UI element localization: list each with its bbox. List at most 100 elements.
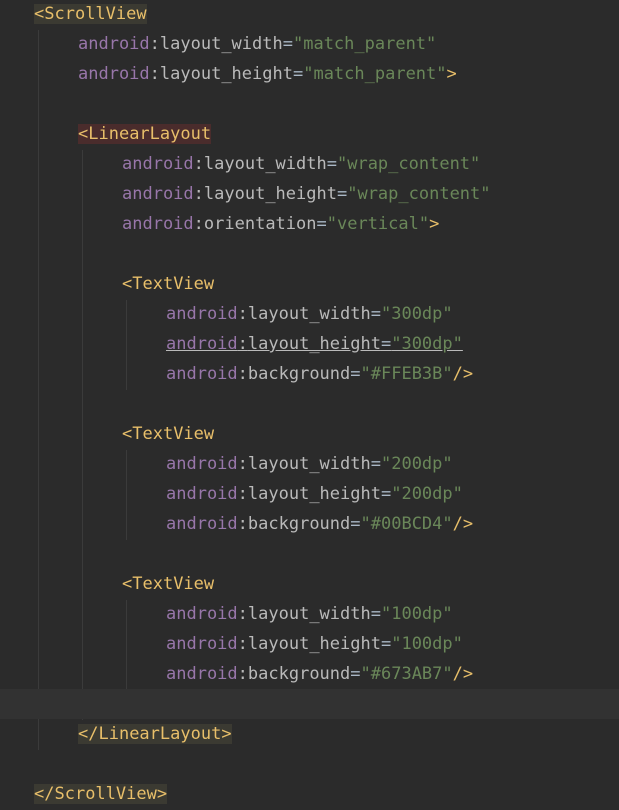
code-line[interactable]: android:background="#673AB7"/>	[0, 659, 619, 689]
code-line[interactable]: android:background="#FFEB3B"/>	[0, 359, 619, 389]
code-line-blank[interactable]	[0, 389, 619, 419]
attr-namespace: android	[166, 604, 238, 624]
code-line-content: <LinearLayout	[78, 119, 212, 149]
attr-value: "200dp"	[391, 484, 463, 504]
attr-value: "match_parent"	[292, 34, 437, 54]
attr-namespace: android	[166, 484, 238, 504]
code-line-content: <ScrollView	[34, 0, 147, 29]
attr-value: "#00BCD4"	[360, 514, 453, 534]
code-line[interactable]: android:orientation="vertical">	[0, 209, 619, 239]
xml-tag: </LinearLayout>	[78, 724, 232, 744]
tag-name: TextView	[132, 424, 215, 444]
code-line-content: android:layout_height="match_parent">	[78, 64, 457, 84]
xml-tag: <LinearLayout	[78, 124, 212, 144]
attr-value: "300dp"	[391, 334, 463, 354]
xml-tag: <TextView	[122, 274, 215, 294]
code-line[interactable]: <TextView	[0, 569, 619, 599]
code-line-blank[interactable]	[0, 89, 619, 119]
attr-name: layout_width	[159, 34, 283, 54]
code-line-content: android:background="#673AB7"/>	[166, 664, 474, 684]
attr-value: "#673AB7"	[360, 664, 453, 684]
attr-namespace: android	[166, 514, 238, 534]
code-line[interactable]: android:background="#00BCD4"/>	[0, 509, 619, 539]
code-line-content: android:layout_width="300dp"	[166, 304, 453, 324]
code-line-content: android:layout_width="wrap_content"	[122, 154, 481, 174]
code-line-content: </LinearLayout>	[78, 719, 232, 749]
code-line-blank[interactable]	[0, 539, 619, 569]
attr-namespace: android	[122, 154, 194, 174]
code-line-content: android:layout_width="100dp"	[166, 604, 453, 624]
code-line[interactable]: android:layout_height="100dp"	[0, 629, 619, 659]
attr-namespace: android	[166, 334, 238, 354]
code-editor[interactable]: <ScrollView android:layout_width="match_p…	[0, 0, 619, 810]
code-line[interactable]: <TextView	[0, 419, 619, 449]
attr-value: "wrap_content"	[347, 184, 491, 204]
tag-name: TextView	[132, 574, 215, 594]
tag-end: >	[446, 64, 457, 84]
code-line-content: android:orientation="vertical">	[122, 214, 440, 234]
attr-name: layout_width	[247, 304, 371, 324]
tag-name: ScrollView	[54, 784, 157, 804]
tag-end: />	[452, 514, 474, 534]
attr-name: layout_height	[247, 334, 381, 354]
attr-namespace: android	[122, 214, 194, 234]
code-line[interactable]: android:layout_width="300dp"	[0, 299, 619, 329]
xml-tag: <TextView	[122, 424, 215, 444]
attr-value: "300dp"	[380, 304, 453, 324]
code-line[interactable]: android:layout_width="match_parent"	[0, 29, 619, 59]
attr-name: layout_height	[203, 184, 337, 204]
attr-name: background	[247, 514, 351, 534]
attr-name: layout_height	[247, 634, 381, 654]
attr-name: layout_width	[203, 154, 327, 174]
attr-name: layout_width	[247, 604, 371, 624]
tag-end: />	[452, 664, 474, 684]
attr-name: layout_width	[247, 454, 371, 474]
attr-namespace: android	[166, 364, 238, 384]
code-line[interactable]: android:layout_height="200dp"	[0, 479, 619, 509]
code-line[interactable]: android:layout_width="100dp"	[0, 599, 619, 629]
code-line[interactable]: <ScrollView	[0, 0, 619, 29]
attr-namespace: android	[122, 184, 194, 204]
code-line-content: <TextView	[122, 419, 214, 449]
attr-value: "100dp"	[391, 634, 463, 654]
attr-namespace: android	[166, 454, 238, 474]
attr-namespace: android	[166, 304, 238, 324]
code-line[interactable]: android:layout_width="wrap_content"	[0, 149, 619, 179]
attr-namespace: android	[78, 34, 150, 54]
code-line[interactable]: android:layout_height="wrap_content"	[0, 179, 619, 209]
code-line[interactable]: <LinearLayout	[0, 119, 619, 149]
tag-end: />	[452, 364, 474, 384]
code-line-content: <TextView	[122, 569, 214, 599]
code-line-content: <TextView	[122, 269, 214, 299]
code-line-content: android:background="#FFEB3B"/>	[166, 364, 474, 384]
attr-value: "match_parent"	[303, 64, 447, 84]
code-line-content: android:layout_width="match_parent"	[78, 34, 437, 54]
tag-name: TextView	[132, 274, 215, 294]
code-line-content: </ScrollView>	[34, 779, 168, 809]
code-line-content: android:layout_height="200dp"	[166, 484, 463, 504]
code-line[interactable]: android:layout_height="300dp"	[0, 329, 619, 359]
attr-namespace: android	[166, 634, 238, 654]
code-line-blank[interactable]	[0, 239, 619, 269]
tag-name: LinearLayout	[88, 124, 212, 144]
code-line-content: android:layout_height="300dp"	[166, 334, 463, 354]
code-line-blank[interactable]	[0, 749, 619, 779]
code-line[interactable]: <TextView	[0, 269, 619, 299]
code-line[interactable]: </ScrollView>	[0, 779, 619, 809]
tag-name: ScrollView	[44, 4, 147, 24]
attr-value: "#FFEB3B"	[360, 364, 453, 384]
attr-namespace: android	[166, 664, 238, 684]
code-line-content: android:layout_height="wrap_content"	[122, 184, 491, 204]
attr-name: background	[247, 664, 351, 684]
code-line-content: android:background="#00BCD4"/>	[166, 514, 474, 534]
code-line[interactable]: </LinearLayout>	[0, 719, 619, 749]
xml-tag: <ScrollView	[34, 4, 147, 24]
code-line-content: android:layout_height="100dp"	[166, 634, 463, 654]
code-line[interactable]: android:layout_height="match_parent">	[0, 59, 619, 89]
attr-name: layout_height	[159, 64, 293, 84]
code-line[interactable]: android:layout_width="200dp"	[0, 449, 619, 479]
attr-name: background	[247, 364, 351, 384]
attr-name: orientation	[203, 214, 317, 234]
xml-tag: </ScrollView>	[34, 784, 168, 804]
code-line-blank[interactable]	[0, 689, 619, 719]
